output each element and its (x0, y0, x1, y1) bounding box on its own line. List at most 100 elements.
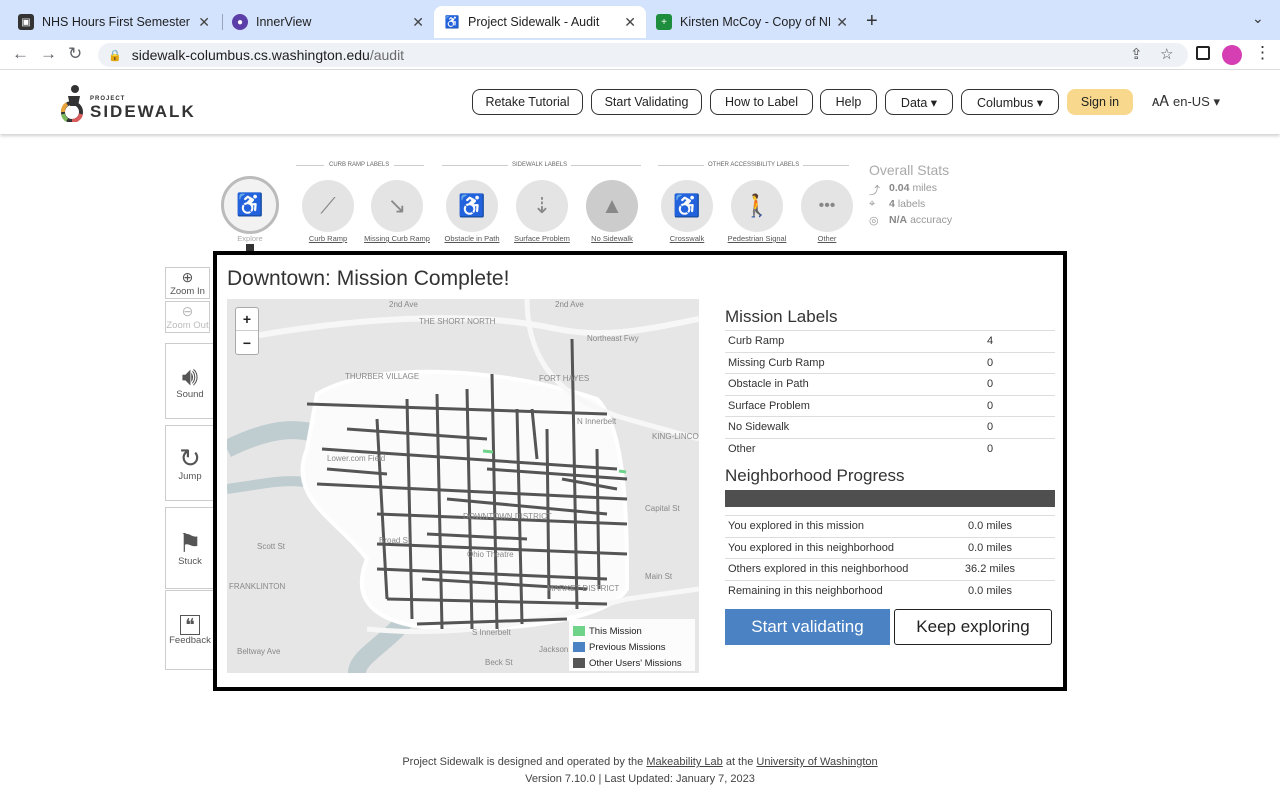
table-row: You explored in this mission 0.0 miles (725, 515, 1055, 537)
close-tab-icon[interactable]: ✕ (198, 14, 210, 31)
browser-tab-active[interactable]: ♿ Project Sidewalk - Audit ✕ (434, 6, 646, 38)
zoom-in-button[interactable]: ⊕ Zoom In (165, 267, 210, 299)
no-sidewalk-caption: No Sidewalk (591, 234, 633, 243)
browser-tab[interactable]: ● InnerView ✕ (222, 6, 434, 38)
browser-tab[interactable]: ▣ NHS Hours First Semester ✕ (8, 6, 220, 38)
keep-exploring-button[interactable]: Keep exploring (894, 609, 1052, 645)
how-to-label-button[interactable]: How to Label (710, 89, 813, 115)
version-info: Version 7.10.0 | Last Updated: January 7… (525, 773, 755, 785)
sidewalk-favicon-icon: ♿ (444, 14, 460, 30)
table-row: Missing Curb Ramp 0 (725, 351, 1055, 374)
language-selector[interactable]: 🗚 en-US ▾ (1152, 93, 1220, 110)
route-icon: ⤴ (869, 185, 880, 197)
map-place-label: THE SHORT NORTH (419, 317, 496, 326)
other-button[interactable]: ••• (801, 180, 853, 232)
explore-mode-button[interactable]: ♿ (221, 176, 279, 234)
avatar[interactable] (1222, 45, 1242, 65)
no-sidewalk-button[interactable]: ▲ (586, 180, 638, 232)
sheets-icon: + (656, 14, 672, 30)
obstacle-caption: Obstacle in Path (444, 234, 500, 243)
table-row: Remaining in this neighborhood 0.0 miles (725, 579, 1055, 602)
makeability-lab-link[interactable]: Makeability Lab (646, 756, 722, 768)
city-dropdown[interactable]: Columbus ▾ (961, 89, 1059, 115)
curb-ramp-icon: ⟋ (320, 193, 336, 218)
map-zoom-in-button[interactable]: + (236, 308, 258, 331)
map-place-label: S Innerbelt (472, 628, 511, 637)
obstacle-icon: ♿ (458, 193, 486, 218)
obstacle-button[interactable]: ♿ (446, 180, 498, 232)
translate-icon: 🗚 (1152, 93, 1169, 110)
target-icon: ◎ (869, 215, 879, 227)
curb-ramp-button[interactable]: ⟋ (302, 180, 354, 232)
zoom-out-button[interactable]: ⊖ Zoom Out (165, 301, 210, 333)
map-place-label: Capital St (645, 504, 680, 513)
mission-labels-title: Mission Labels (725, 307, 838, 326)
address-bar-row: ← → ↻ 🔒 sidewalk-columbus.cs.washington.… (0, 40, 1280, 70)
lock-icon: 🔒 (108, 49, 122, 62)
map-zoom-out-button[interactable]: − (236, 331, 258, 354)
map-place-label: Beltway Ave (237, 647, 281, 656)
legend-swatch (573, 626, 585, 636)
browser-tab[interactable]: + Kirsten McCoy - Copy of NHS T ✕ (646, 6, 858, 38)
help-button[interactable]: Help (820, 89, 877, 115)
map-pin-icon: ⌖ (869, 198, 876, 210)
map-canvas[interactable]: 2nd Ave THE SHORT NORTH 2nd Ave Northeas… (227, 299, 699, 673)
map-place-label: THURBER VILLAGE (345, 372, 419, 381)
jump-button[interactable]: ↻ Jump (165, 425, 215, 501)
neighborhood-progress-bar (725, 490, 1055, 507)
project-sidewalk-logo[interactable]: PROJECT SIDEWALK (58, 84, 198, 122)
legend-swatch (573, 642, 585, 652)
map-place-label: 2nd Ave (555, 300, 584, 309)
map-place-label: DOWNTOWN DISTRICT (463, 512, 552, 521)
other-group-header: OTHER ACCESSIBILITY LABELS (658, 162, 850, 168)
speech-bubble-icon: ❝ (180, 614, 200, 635)
map-place-label: Lower.com Field (327, 454, 385, 463)
sign-in-button[interactable]: Sign in (1067, 89, 1133, 115)
surface-problem-caption: Surface Problem (514, 234, 570, 243)
university-link[interactable]: University of Washington (756, 756, 877, 768)
more-dots-icon: ••• (818, 197, 836, 214)
feedback-button[interactable]: ❝ Feedback (165, 590, 215, 670)
map-place-label: KING-LINCOLN BRONZEVILLE (652, 432, 699, 441)
crosswalk-button[interactable]: ♿ (661, 180, 713, 232)
wheelchair-icon: ♿ (236, 192, 264, 217)
tab-search-icon[interactable]: ⌄ (1252, 10, 1264, 27)
surface-problem-icon: ⇣ (532, 193, 552, 218)
url-field[interactable]: 🔒 sidewalk-columbus.cs.washington.edu/au… (98, 43, 1188, 67)
share-icon[interactable]: ⇪ (1130, 45, 1143, 63)
stuck-button[interactable]: ⚑ Stuck (165, 507, 215, 589)
reload-icon[interactable]: ↻ (68, 44, 82, 64)
pedestrian-signal-button[interactable]: 🚶 (731, 180, 783, 232)
bookmark-star-icon[interactable]: ☆ (1160, 45, 1173, 63)
retake-tutorial-button[interactable]: Retake Tutorial (472, 89, 583, 115)
neighborhood-map[interactable]: 2nd Ave THE SHORT NORTH 2nd Ave Northeas… (227, 299, 699, 673)
sound-button[interactable]: 🔊︎ Sound (165, 343, 215, 419)
explore-label: Explore (237, 234, 263, 243)
close-tab-icon[interactable]: ✕ (412, 14, 424, 31)
map-zoom-control: + − (235, 307, 259, 355)
map-place-label: Main St (645, 572, 673, 581)
no-sidewalk-icon: ▲ (601, 193, 623, 218)
speaker-icon: 🔊︎ (181, 360, 199, 391)
close-tab-icon[interactable]: ✕ (836, 14, 848, 31)
start-validating-button[interactable]: Start validating (725, 609, 890, 645)
start-validating-nav-button[interactable]: Start Validating (591, 89, 702, 115)
menu-icon[interactable]: ⋮ (1254, 43, 1271, 63)
forward-icon[interactable]: → (40, 44, 57, 64)
innerview-icon: ● (232, 14, 248, 30)
map-place-label: 2nd Ave (389, 300, 418, 309)
new-tab-icon[interactable]: + (866, 10, 878, 33)
zoom-out-icon: ⊖ (181, 303, 194, 319)
close-tab-icon[interactable]: ✕ (624, 14, 636, 31)
table-row: You explored in this neighborhood 0.0 mil… (725, 536, 1055, 559)
side-panel-icon[interactable] (1196, 46, 1210, 60)
missing-curb-ramp-button[interactable]: ↘ (371, 180, 423, 232)
table-row: Surface Problem 0 (725, 394, 1055, 417)
back-icon[interactable]: ← (12, 44, 29, 64)
missing-curb-ramp-caption: Missing Curb Ramp (364, 234, 430, 243)
surface-problem-button[interactable]: ⇣ (516, 180, 568, 232)
other-caption: Other (817, 234, 837, 243)
data-dropdown[interactable]: Data ▾ (885, 89, 953, 115)
map-place-label: Northeast Fwy (587, 334, 639, 343)
table-row: No Sidewalk 0 (725, 416, 1055, 438)
